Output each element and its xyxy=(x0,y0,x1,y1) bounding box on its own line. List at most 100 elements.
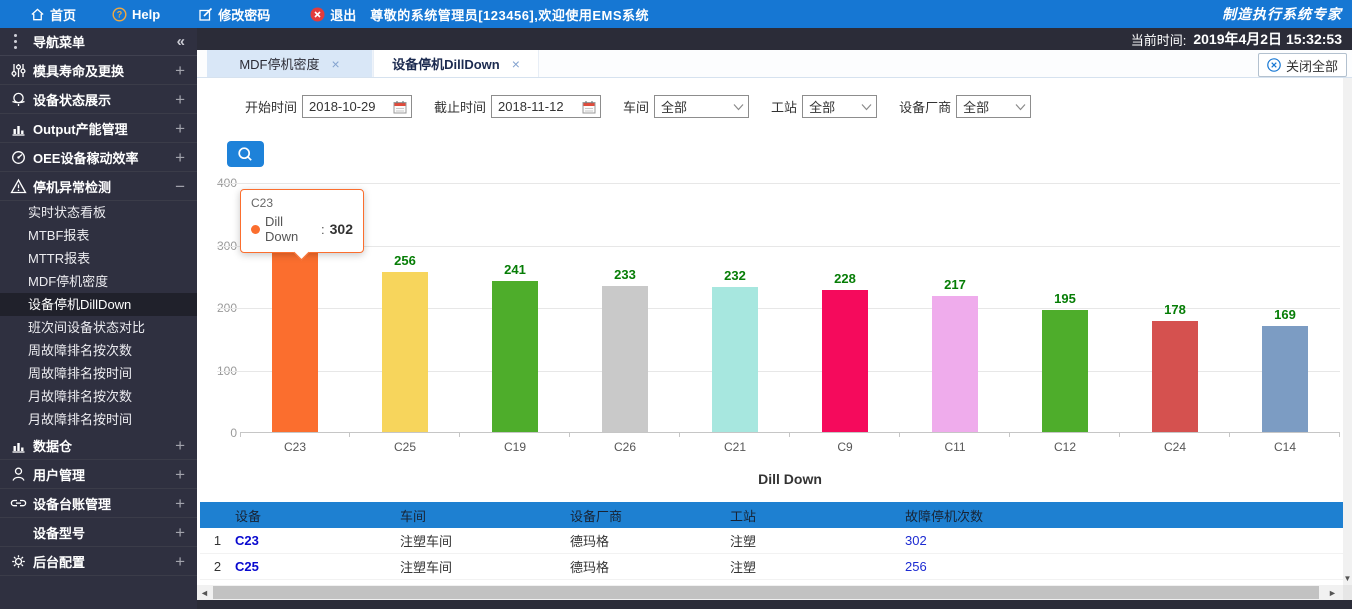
table-body: 1C23注塑车间德玛格注塑3022C25注塑车间德玛格注塑256 xyxy=(200,528,1343,580)
expand-toggle-icon[interactable]: + xyxy=(175,466,185,483)
expand-toggle-icon[interactable]: + xyxy=(175,91,185,108)
bar-C24[interactable] xyxy=(1152,321,1198,432)
device-link[interactable]: C25 xyxy=(235,559,400,574)
tab-label: MDF停机密度 xyxy=(239,54,319,73)
count-link[interactable]: 256 xyxy=(905,559,1343,574)
sidebar-item-实时状态看板[interactable]: 实时状态看板 xyxy=(0,201,197,224)
workshop-cell: 注塑车间 xyxy=(400,531,570,550)
tooltip-separator: : xyxy=(321,222,325,237)
horizontal-scrollbar[interactable]: ◄ ► xyxy=(197,585,1343,600)
sidebar-group-2[interactable]: Output产能管理+ xyxy=(0,114,197,143)
chart-column-C12: 195 xyxy=(1010,183,1120,432)
bar-value-label: 233 xyxy=(570,267,680,282)
bar-C14[interactable] xyxy=(1262,326,1308,432)
expand-toggle-icon[interactable]: + xyxy=(175,553,185,570)
expand-toggle-icon[interactable]: + xyxy=(175,524,185,541)
expand-toggle-icon[interactable]: + xyxy=(175,149,185,166)
tab-label: 设备停机DillDown xyxy=(392,54,500,73)
home-button[interactable]: 首页 xyxy=(30,5,76,24)
sidebar-header: 导航菜单 « xyxy=(0,28,197,56)
expand-toggle-icon[interactable]: + xyxy=(175,495,185,512)
sidebar-group-1[interactable]: 设备状态展示+ xyxy=(0,85,197,114)
sidebar-group-4[interactable]: 停机异常检测− xyxy=(0,172,197,201)
bar-value-label: 228 xyxy=(790,271,900,286)
sidebar-group-9[interactable]: 后台配置+ xyxy=(0,547,197,576)
bar-value-label: 195 xyxy=(1010,291,1120,306)
bar-C9[interactable] xyxy=(822,290,868,433)
expand-toggle-icon[interactable]: + xyxy=(175,62,185,79)
gauge-icon xyxy=(10,149,27,166)
bar-C21[interactable] xyxy=(712,287,758,432)
tab-close-icon[interactable]: × xyxy=(512,56,520,72)
end-date-input[interactable]: 2018-11-12 xyxy=(491,95,601,118)
change-password-button[interactable]: 修改密码 xyxy=(198,5,270,24)
x-tick-label: C25 xyxy=(350,440,460,454)
sidebar-group-8[interactable]: 设备型号+ xyxy=(0,518,197,547)
scroll-right-arrow-icon[interactable]: ► xyxy=(1325,585,1340,600)
sidebar-group-5[interactable]: 数据仓+ xyxy=(0,431,197,460)
sidebar-title: 导航菜单 xyxy=(33,32,85,51)
station-cell: 注塑 xyxy=(730,557,905,576)
help-button[interactable]: ? Help xyxy=(112,7,160,22)
bar-C26[interactable] xyxy=(602,286,648,432)
sidebar-menu: 模具寿命及更换+设备状态展示+Output产能管理+OEE设备稼动效率+停机异常… xyxy=(0,56,197,576)
bar-C12[interactable] xyxy=(1042,310,1088,432)
x-tick-label: C23 xyxy=(240,440,350,454)
sidebar-item-班次间设备状态对比[interactable]: 班次间设备状态对比 xyxy=(0,316,197,339)
home-icon xyxy=(30,7,45,22)
x-tick-label: C11 xyxy=(900,440,1010,454)
vendor-select[interactable]: 全部 xyxy=(956,95,1031,118)
warning-icon xyxy=(10,178,27,195)
sidebar-item-MTTR报表[interactable]: MTTR报表 xyxy=(0,247,197,270)
logout-icon xyxy=(310,7,325,22)
expand-toggle-icon[interactable]: + xyxy=(175,437,185,454)
logout-button[interactable]: 退出 xyxy=(310,5,356,24)
sidebar-item-设备停机DillDown[interactable]: 设备停机DillDown xyxy=(0,293,197,316)
sidebar-group-6[interactable]: 用户管理+ xyxy=(0,460,197,489)
sidebar-item-月故障排名按时间[interactable]: 月故障排名按时间 xyxy=(0,408,197,431)
bar-C25[interactable] xyxy=(382,272,428,432)
sidebar-item-月故障排名按次数[interactable]: 月故障排名按次数 xyxy=(0,385,197,408)
table-row: 2C25注塑车间德玛格注塑256 xyxy=(200,554,1343,580)
device-link[interactable]: C23 xyxy=(235,533,400,548)
bar-value-label: 217 xyxy=(900,277,1010,292)
bar-C11[interactable] xyxy=(932,296,978,432)
tab-close-icon[interactable]: × xyxy=(331,56,339,72)
help-label: Help xyxy=(132,7,160,22)
column-header-设备厂商: 设备厂商 xyxy=(570,506,730,525)
bar-value-label: 169 xyxy=(1230,307,1340,322)
station-select[interactable]: 全部 xyxy=(802,95,877,118)
start-date-input[interactable]: 2018-10-29 xyxy=(302,95,412,118)
sidebar-item-MDF停机密度[interactable]: MDF停机密度 xyxy=(0,270,197,293)
chevron-down-icon xyxy=(1015,103,1026,111)
search-button[interactable] xyxy=(227,141,264,167)
tab-设备停机DillDown[interactable]: 设备停机DillDown × xyxy=(373,50,539,77)
count-link[interactable]: 302 xyxy=(905,533,1343,548)
bar-C19[interactable] xyxy=(492,281,538,432)
vertical-scrollbar[interactable]: ▼ xyxy=(1343,78,1352,585)
main-panel: 开始时间 2018-10-29 截止时间 2018-11-12 车间 全部 xyxy=(197,78,1343,585)
vendor-value: 全部 xyxy=(963,97,989,116)
sidebar-collapse-icon[interactable]: « xyxy=(177,33,185,50)
sidebar-group-7[interactable]: 设备台账管理+ xyxy=(0,489,197,518)
scroll-down-arrow-icon[interactable]: ▼ xyxy=(1343,574,1352,583)
bar-chart: 0100200300400 30225624123323222821719517… xyxy=(217,178,1340,473)
scroll-left-arrow-icon[interactable]: ◄ xyxy=(197,585,212,600)
sidebar-group-3[interactable]: OEE设备稼动效率+ xyxy=(0,143,197,172)
x-tick-label: C26 xyxy=(570,440,680,454)
close-circle-icon xyxy=(1267,58,1281,72)
workshop-select[interactable]: 全部 xyxy=(654,95,749,118)
sidebar-item-周故障排名按时间[interactable]: 周故障排名按时间 xyxy=(0,362,197,385)
sidebar-item-周故障排名按次数[interactable]: 周故障排名按次数 xyxy=(0,339,197,362)
bar-value-label: 241 xyxy=(460,262,570,277)
sidebar-item-MTBF报表[interactable]: MTBF报表 xyxy=(0,224,197,247)
chart-column-C14: 169 xyxy=(1230,183,1340,432)
horizontal-scroll-thumb[interactable] xyxy=(213,586,1319,599)
close-all-button[interactable]: 关闭全部 xyxy=(1258,53,1347,77)
sidebar-group-0[interactable]: 模具寿命及更换+ xyxy=(0,56,197,85)
x-tick-label: C14 xyxy=(1230,440,1340,454)
bar-C23[interactable] xyxy=(272,243,318,432)
tab-MDF停机密度[interactable]: MDF停机密度 × xyxy=(207,50,373,77)
expand-toggle-icon[interactable]: − xyxy=(175,178,185,195)
expand-toggle-icon[interactable]: + xyxy=(175,120,185,137)
